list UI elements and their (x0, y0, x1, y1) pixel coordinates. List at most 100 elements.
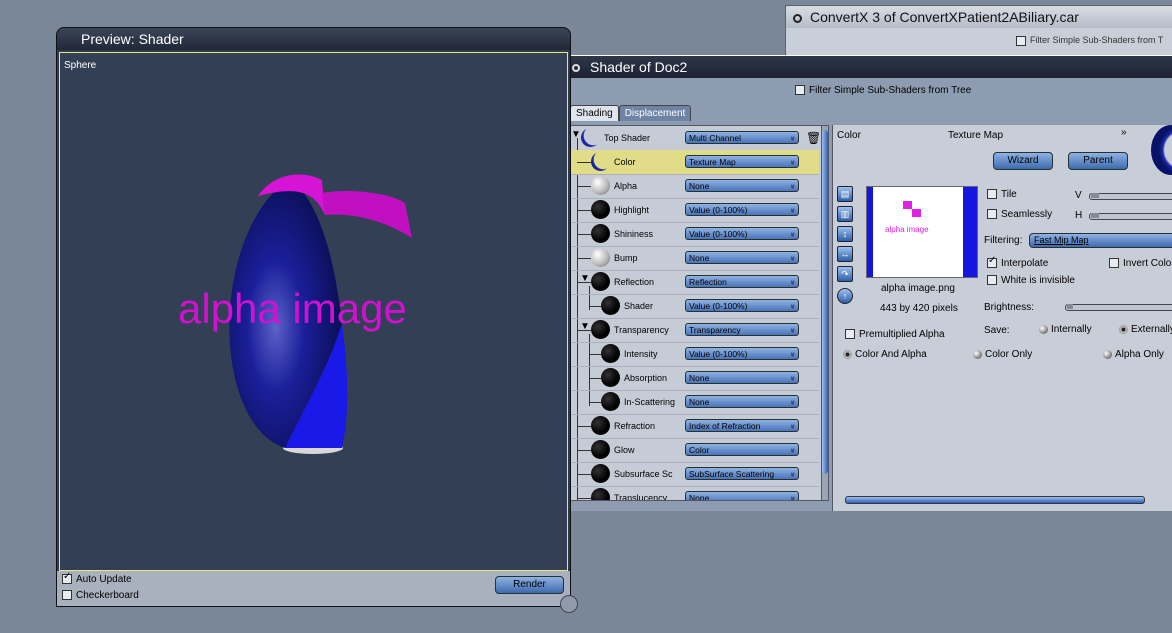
tab-shading[interactable]: Shading (570, 105, 619, 121)
shader-tree-row[interactable]: Alpha None » (571, 174, 819, 199)
open-folder-icon[interactable]: ▥ (837, 206, 853, 222)
chevron-down-icon: » (788, 400, 798, 405)
window-close-icon[interactable] (793, 13, 802, 23)
tile-checkbox[interactable] (987, 189, 997, 200)
window-close-icon[interactable] (572, 64, 580, 73)
shader-type-dropdown[interactable]: None » (685, 395, 799, 408)
shader-type-dropdown[interactable]: None » (685, 251, 799, 264)
auto-update-checkbox[interactable] (62, 571, 72, 585)
shader-ball-icon (591, 248, 610, 267)
convertx-filter[interactable]: Filter Simple Sub-Shaders from T (1016, 35, 1163, 46)
shader-type-dropdown[interactable]: Value (0-100%) » (685, 299, 799, 312)
shader-tree-row[interactable]: Absorption None » (571, 366, 819, 391)
shader-type-dropdown[interactable]: Value (0-100%) » (685, 203, 799, 216)
shader-type-dropdown[interactable]: Value (0-100%) » (685, 227, 799, 240)
white-invisible-checkbox[interactable] (987, 275, 997, 286)
detail-horizontal-scrollbar[interactable] (845, 496, 1145, 504)
shader-type-dropdown[interactable]: None » (685, 179, 799, 192)
shader-type-dropdown[interactable]: Reflection » (685, 275, 799, 288)
shader-tree-row[interactable]: Bump None » (571, 246, 819, 271)
open-file-icon[interactable]: ▤ (837, 186, 853, 202)
expand-icon[interactable]: » (1121, 127, 1127, 138)
shader-tree-row[interactable]: Translucency None » (571, 486, 819, 500)
render-button[interactable]: Render (495, 576, 564, 594)
shader-type-dropdown[interactable]: None » (685, 371, 799, 384)
shader-tree-row[interactable]: Intensity Value (0-100%) » (571, 342, 819, 367)
shader-row-label: Refraction (614, 421, 656, 431)
shader-type-dropdown[interactable]: Index of Refraction » (685, 419, 799, 432)
interpolate-option[interactable]: Interpolate (987, 255, 1048, 269)
chevron-down-icon: » (788, 184, 798, 189)
preview-window: Preview: Shader Sphere alpha image Auto … (56, 27, 571, 607)
preview-titlebar[interactable]: Preview: Shader (57, 28, 570, 50)
checkerboard-checkbox[interactable] (62, 590, 72, 601)
shader-tree-row[interactable]: Top Shader Multi Channel » (571, 126, 819, 151)
shader-ball-icon (591, 440, 610, 459)
shader-row-label: Absorption (624, 373, 668, 383)
shader-type-dropdown[interactable]: SubSurface Scattering » (685, 467, 799, 480)
shader-tree-row[interactable]: Highlight Value (0-100%) » (571, 198, 819, 223)
brightness-slider[interactable] (1065, 304, 1172, 311)
convertx-filter-checkbox[interactable] (1016, 35, 1026, 46)
filtering-dropdown[interactable]: Fast Mip Map (1029, 233, 1172, 248)
shader-type-dropdown[interactable]: Multi Channel » (685, 131, 799, 144)
shader-tree-row[interactable]: Subsurface Sc SubSurface Scattering » (571, 462, 819, 487)
alpha-only-radio[interactable] (1103, 349, 1112, 359)
color-and-alpha-radio[interactable] (843, 349, 852, 359)
seamlessly-option[interactable]: Seamlessly (987, 209, 1052, 220)
shader-tree-row[interactable]: Shininess Value (0-100%) » (571, 222, 819, 247)
wizard-button[interactable]: Wizard (993, 152, 1053, 170)
tree-scrollbar[interactable] (821, 125, 829, 501)
texture-thumbnail[interactable]: alpha image (866, 186, 978, 278)
color-only-option[interactable]: Color Only (973, 349, 1032, 360)
rotate-icon[interactable]: ↷ (837, 266, 853, 282)
premultiplied-alpha-option[interactable]: Premultiplied Alpha (845, 329, 945, 340)
shader-tree-row[interactable]: Color Texture Map » (571, 150, 819, 175)
tree-scroll-thumb[interactable] (822, 130, 828, 474)
filter-sub-shaders[interactable]: Filter Simple Sub-Shaders from Tree (795, 85, 971, 96)
h-slider[interactable] (1089, 213, 1172, 220)
parent-button[interactable]: Parent (1068, 152, 1128, 170)
auto-update-option[interactable]: Auto Update (62, 571, 132, 585)
shader-type-dropdown[interactable]: Color » (685, 443, 799, 456)
shader-type-dropdown[interactable]: Texture Map » (685, 155, 799, 168)
tile-option[interactable]: Tile (987, 189, 1017, 200)
externally-radio[interactable] (1119, 324, 1128, 334)
info-icon[interactable]: ↑ (837, 288, 853, 304)
shader-tree-row[interactable]: In-Scattering None » (571, 390, 819, 415)
save-externally-option[interactable]: Externally (1119, 324, 1172, 335)
invert-color-checkbox[interactable] (1109, 258, 1119, 269)
filter-sub-shaders-checkbox[interactable] (795, 85, 805, 96)
save-internally-option[interactable]: Internally (1039, 324, 1092, 335)
flip-vertical-icon[interactable]: ↕ (837, 226, 853, 242)
v-slider[interactable] (1089, 193, 1172, 200)
invert-color-option[interactable]: Invert Color (1109, 258, 1172, 269)
checkerboard-option[interactable]: Checkerboard (62, 590, 139, 601)
shader-tree-row[interactable]: Refraction Index of Refraction » (571, 414, 819, 439)
shader-titlebar[interactable]: Shader of Doc2 (566, 56, 1172, 78)
shader-type-dropdown[interactable]: None » (685, 491, 799, 500)
alpha-only-option[interactable]: Alpha Only (1103, 349, 1164, 360)
white-invisible-option[interactable]: White is invisible (987, 275, 1075, 286)
filter-sub-shaders-label: Filter Simple Sub-Shaders from Tree (809, 85, 972, 96)
shader-tree-row[interactable]: Shader Value (0-100%) » (571, 294, 819, 319)
interpolate-checkbox[interactable] (987, 255, 997, 269)
shader-type-dropdown[interactable]: Value (0-100%) » (685, 347, 799, 360)
shader-type-value: None (689, 373, 710, 383)
chevron-down-icon: » (788, 472, 798, 477)
shader-tree-row[interactable]: Glow Color » (571, 438, 819, 463)
shader-tree-row[interactable]: Transparency Transparency » (571, 318, 819, 343)
premultiplied-alpha-checkbox[interactable] (845, 329, 855, 340)
internally-radio[interactable] (1039, 324, 1048, 334)
shader-type-value: SubSurface Scattering (689, 469, 775, 479)
resize-handle-icon[interactable] (560, 595, 578, 613)
convertx-titlebar[interactable]: ConvertX 3 of ConvertXPatient2ABiliary.c… (786, 6, 1172, 28)
color-and-alpha-option[interactable]: Color And Alpha (843, 349, 927, 360)
preview-canvas[interactable]: Sphere alpha image (59, 52, 568, 571)
tab-displacement[interactable]: Displacement (618, 105, 692, 121)
flip-horizontal-icon[interactable]: ↔ (837, 246, 853, 262)
shader-type-dropdown[interactable]: Transparency » (685, 323, 799, 336)
seamlessly-checkbox[interactable] (987, 209, 997, 220)
shader-tree-row[interactable]: Reflection Reflection » (571, 270, 819, 295)
color-only-radio[interactable] (973, 349, 982, 359)
